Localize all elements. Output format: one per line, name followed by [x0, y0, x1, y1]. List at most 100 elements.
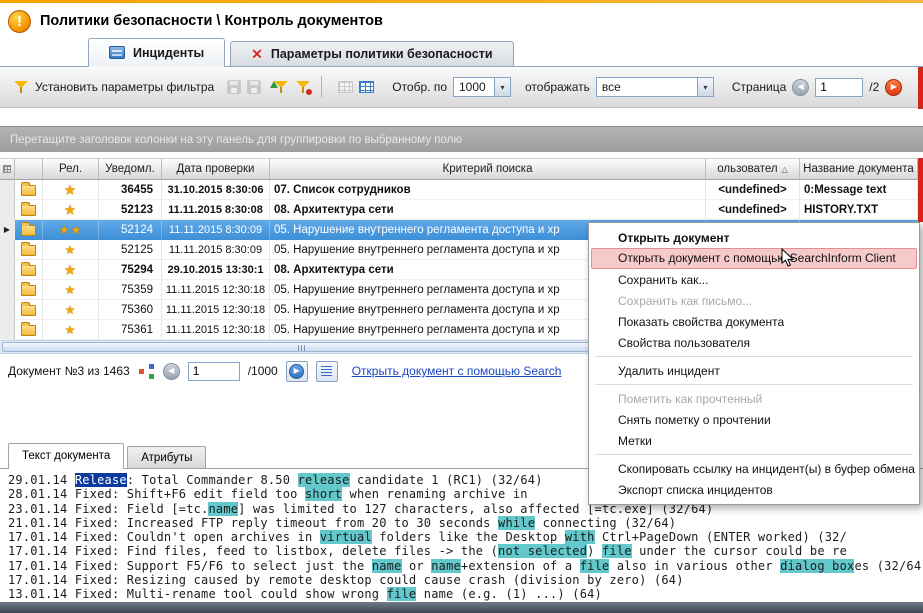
menu-item[interactable]: Сохранить как...: [591, 269, 917, 290]
menu-item[interactable]: Пометить как прочтенный: [591, 388, 917, 409]
folder-cell: [15, 280, 43, 300]
folder-icon: [21, 262, 36, 276]
icon-column-header[interactable]: [15, 158, 43, 180]
doc-prev-button[interactable]: ◀: [162, 362, 180, 380]
menu-item[interactable]: Открыть документ с помощью SearchInform …: [591, 248, 917, 269]
document-column-header[interactable]: Название документа: [800, 158, 918, 180]
folder-cell: [15, 220, 43, 240]
keyword-highlight: virtual: [319, 530, 372, 545]
menu-item[interactable]: Скопировать ссылку на инцидент(ы) в буфе…: [591, 458, 917, 479]
show-label: отображать: [525, 80, 590, 94]
menu-item[interactable]: Метки: [591, 430, 917, 451]
notification-id-cell: 52123: [99, 200, 162, 220]
user-cell: <undefined>: [706, 200, 800, 220]
tree-view-icon[interactable]: [138, 363, 155, 379]
user-cell: <undefined>: [706, 180, 800, 200]
star-icon: ★: [64, 282, 77, 297]
table-row[interactable]: ★ 52123 11.11.2015 8:30:08 08. Архитектура …: [0, 200, 918, 220]
grouping-bar[interactable]: Перетащите заголовок колонки на эту пане…: [0, 126, 923, 152]
plain-text: folders like the Desktop: [371, 530, 565, 545]
plain-text: Ctrl+PageDown (ENTER worked) (32/: [594, 530, 848, 545]
app-window: ! Политики безопасности \ Контроль докум…: [0, 0, 923, 613]
open-with-client-link[interactable]: Открыть документ с помощью Search: [352, 364, 562, 378]
table-row[interactable]: ★ 36455 31.10.2015 8:30:06 07. Список сотру…: [0, 180, 918, 200]
warning-icon: !: [8, 9, 31, 33]
menu-item[interactable]: Экспорт списка инцидентов: [591, 479, 917, 500]
grid-view-icon[interactable]: [338, 81, 354, 93]
red-edge-strip: [918, 158, 923, 222]
header: ! Политики безопасности \ Контроль докум…: [0, 3, 923, 39]
tab-security-policy-params-label: Параметры политики безопасности: [270, 47, 493, 61]
chevron-down-icon[interactable]: ▾: [696, 78, 713, 96]
check-date-cell: 11.11.2015 8:30:09: [162, 240, 270, 260]
prev-arrow-icon: ◀: [168, 366, 175, 375]
criteria-column-header[interactable]: Критерий поиска: [270, 158, 706, 180]
search-criteria-cell: 08. Архитектура сети: [270, 200, 706, 220]
security-policy-params-icon: ✕: [251, 46, 263, 62]
page-total-label: /2: [869, 80, 880, 94]
doc-page-input[interactable]: [187, 361, 240, 381]
save-icon[interactable]: [227, 80, 242, 94]
tab-incidents-label: Инциденты: [133, 45, 205, 60]
filter-icon: [13, 80, 29, 95]
menu-item[interactable]: Удалить инцидент: [591, 360, 917, 381]
tab-incidents[interactable]: Инциденты: [88, 38, 226, 67]
show-filter-combobox[interactable]: все ▾: [595, 77, 714, 97]
tab-attributes[interactable]: Атрибуты: [127, 446, 207, 468]
plain-text: connecting (32/64): [535, 515, 677, 530]
relevance-stars: ★: [43, 300, 99, 320]
menu-item[interactable]: Открыть документ: [591, 227, 917, 248]
chevron-down-icon[interactable]: ▾: [494, 78, 510, 96]
user-column-header[interactable]: ользовател △: [706, 158, 800, 180]
check-date-cell: 31.10.2015 8:30:06: [162, 180, 270, 200]
keyword-highlight: release: [297, 473, 350, 487]
folder-icon: [21, 202, 36, 216]
show-filter-value: все: [601, 80, 621, 94]
next-page-button[interactable]: ▶: [885, 78, 903, 96]
page-input[interactable]: [815, 77, 864, 97]
scrollbar-thumb[interactable]: [2, 342, 602, 352]
display-count-combobox[interactable]: 1000 ▾: [453, 77, 511, 97]
date-column-header[interactable]: Дата проверки: [162, 158, 270, 180]
star-icon: ★: [64, 182, 77, 197]
plain-text: 21.01.14 Fixed: Increased FTP reply time…: [8, 515, 499, 530]
menu-item[interactable]: Свойства пользователя: [591, 332, 917, 353]
folder-icon: [21, 282, 36, 296]
menu-item[interactable]: Показать свойства документа: [591, 311, 917, 332]
grouping-bar-text: Перетащите заголовок колонки на эту пане…: [10, 133, 462, 146]
page-label: Страница: [731, 80, 787, 94]
star-icon: ★: [64, 302, 77, 317]
reset-filter-icon[interactable]: [295, 80, 313, 95]
folder-cell: [15, 260, 43, 280]
plain-text: 28.01.14 Fixed: Shift+F6 edit field too: [8, 487, 305, 502]
tab-document-text[interactable]: Текст документа: [8, 443, 125, 469]
apply-filter-icon[interactable]: [270, 80, 289, 95]
plain-text: also in various other: [609, 558, 781, 573]
document-name-cell: 0:Message text: [800, 180, 918, 200]
plain-text: 17.01.14 Fixed: Resizing caused by remot…: [8, 573, 684, 588]
keyword-highlight: with: [564, 530, 595, 545]
save-all-icon[interactable]: [247, 80, 262, 94]
set-filter-button[interactable]: Установить параметры фильтра: [6, 76, 221, 99]
display-by-label: Отобр. по: [392, 80, 447, 94]
relevance-column-header[interactable]: Рел.: [43, 158, 99, 180]
check-date-cell: 11.11.2015 8:30:09: [162, 220, 270, 240]
tab-security-policy-params[interactable]: ✕ Параметры политики безопасности: [230, 41, 514, 66]
doc-next-button[interactable]: ▶: [285, 360, 308, 382]
incidents-icon: [109, 46, 125, 59]
relevance-stars: ★: [43, 320, 99, 340]
notification-id-cell: 52125: [99, 240, 162, 260]
table-view-icon[interactable]: [359, 81, 375, 93]
relevance-stars: ★: [43, 280, 99, 300]
menu-item[interactable]: Снять пометку о прочтении: [591, 409, 917, 430]
plain-text: name (e.g. (1) ...) (64): [416, 587, 602, 602]
keyword-highlight: name: [431, 558, 461, 573]
star-icon: ★★: [58, 222, 83, 237]
notification-column-header[interactable]: Уведомл.: [99, 158, 162, 180]
row-marker: [0, 240, 15, 260]
prev-page-button[interactable]: ◀: [792, 78, 810, 96]
menu-item[interactable]: Сохранить как письмо...: [591, 290, 917, 311]
doc-goto-button[interactable]: [315, 360, 338, 382]
document-counter: Документ №3 из 1463: [8, 364, 130, 378]
toolbar-separator: [321, 76, 323, 98]
